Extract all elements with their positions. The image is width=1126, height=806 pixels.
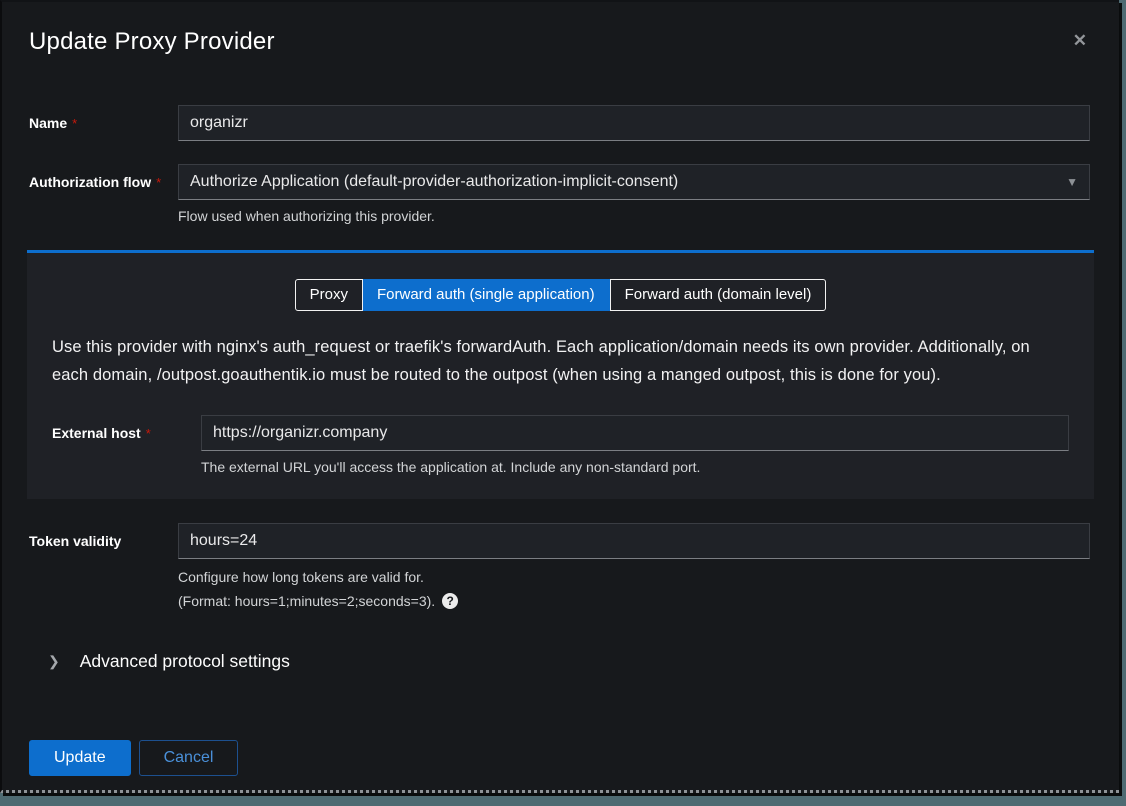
modal-header: Update Proxy Provider ✕: [2, 2, 1119, 63]
token-validity-format-help: (Format: hours=1;minutes=2;seconds=3). ?: [178, 591, 1090, 611]
authorization-flow-selected-value: Authorize Application (default-provider-…: [190, 173, 678, 191]
external-host-input[interactable]: [201, 415, 1069, 451]
name-label: Name *: [29, 105, 178, 141]
chevron-right-icon: ❯: [48, 653, 60, 670]
name-row: Name *: [29, 105, 1090, 141]
mode-description: Use this provider with nginx's auth_requ…: [52, 333, 1069, 389]
authorization-flow-label-text: Authorization flow: [29, 174, 151, 190]
chevron-down-icon: ▼: [1066, 175, 1078, 189]
authorization-flow-label: Authorization flow *: [29, 164, 178, 226]
advanced-protocol-settings-label: Advanced protocol settings: [80, 651, 290, 672]
modal-footer: Update Cancel: [29, 740, 1119, 776]
authorization-flow-help: Flow used when authorizing this provider…: [178, 206, 1090, 226]
token-validity-input[interactable]: [178, 523, 1090, 559]
required-asterisk: *: [72, 116, 77, 131]
external-host-help: The external URL you'll access the appli…: [201, 457, 1069, 477]
token-validity-format-text: (Format: hours=1;minutes=2;seconds=3).: [178, 591, 435, 611]
cancel-button[interactable]: Cancel: [139, 740, 239, 776]
token-validity-row: Token validity: [29, 523, 1090, 559]
tab-forward-auth-domain-level[interactable]: Forward auth (domain level): [610, 279, 827, 311]
token-validity-help: Configure how long tokens are valid for.: [178, 567, 1090, 587]
external-host-label: External host *: [52, 415, 201, 477]
advanced-protocol-settings-expander[interactable]: ❯ Advanced protocol settings: [48, 651, 1119, 672]
update-button[interactable]: Update: [29, 740, 131, 776]
required-asterisk: *: [156, 175, 161, 190]
token-validity-label-text: Token validity: [29, 533, 121, 549]
page-title: Update Proxy Provider: [29, 28, 1091, 56]
provider-mode-card: Proxy Forward auth (single application) …: [27, 250, 1094, 499]
external-host-label-text: External host: [52, 425, 141, 441]
name-input[interactable]: [178, 105, 1090, 141]
question-circle-icon[interactable]: ?: [442, 593, 458, 609]
mode-toggle-group: Proxy Forward auth (single application) …: [52, 279, 1069, 311]
token-validity-help-block: Configure how long tokens are valid for.…: [178, 567, 1090, 611]
authorization-flow-row: Authorization flow * Authorize Applicatio…: [29, 164, 1090, 226]
tab-forward-auth-single-application[interactable]: Forward auth (single application): [363, 279, 610, 311]
tab-proxy[interactable]: Proxy: [295, 279, 363, 311]
update-proxy-provider-modal: Update Proxy Provider ✕ Name * Authorizat…: [0, 0, 1119, 793]
token-validity-label: Token validity: [29, 523, 178, 559]
authorization-flow-select[interactable]: Authorize Application (default-provider-…: [178, 164, 1090, 200]
name-label-text: Name: [29, 115, 67, 131]
required-asterisk: *: [146, 426, 151, 441]
external-host-row: External host * The external URL you'll a…: [52, 415, 1069, 477]
close-icon[interactable]: ✕: [1073, 32, 1087, 49]
